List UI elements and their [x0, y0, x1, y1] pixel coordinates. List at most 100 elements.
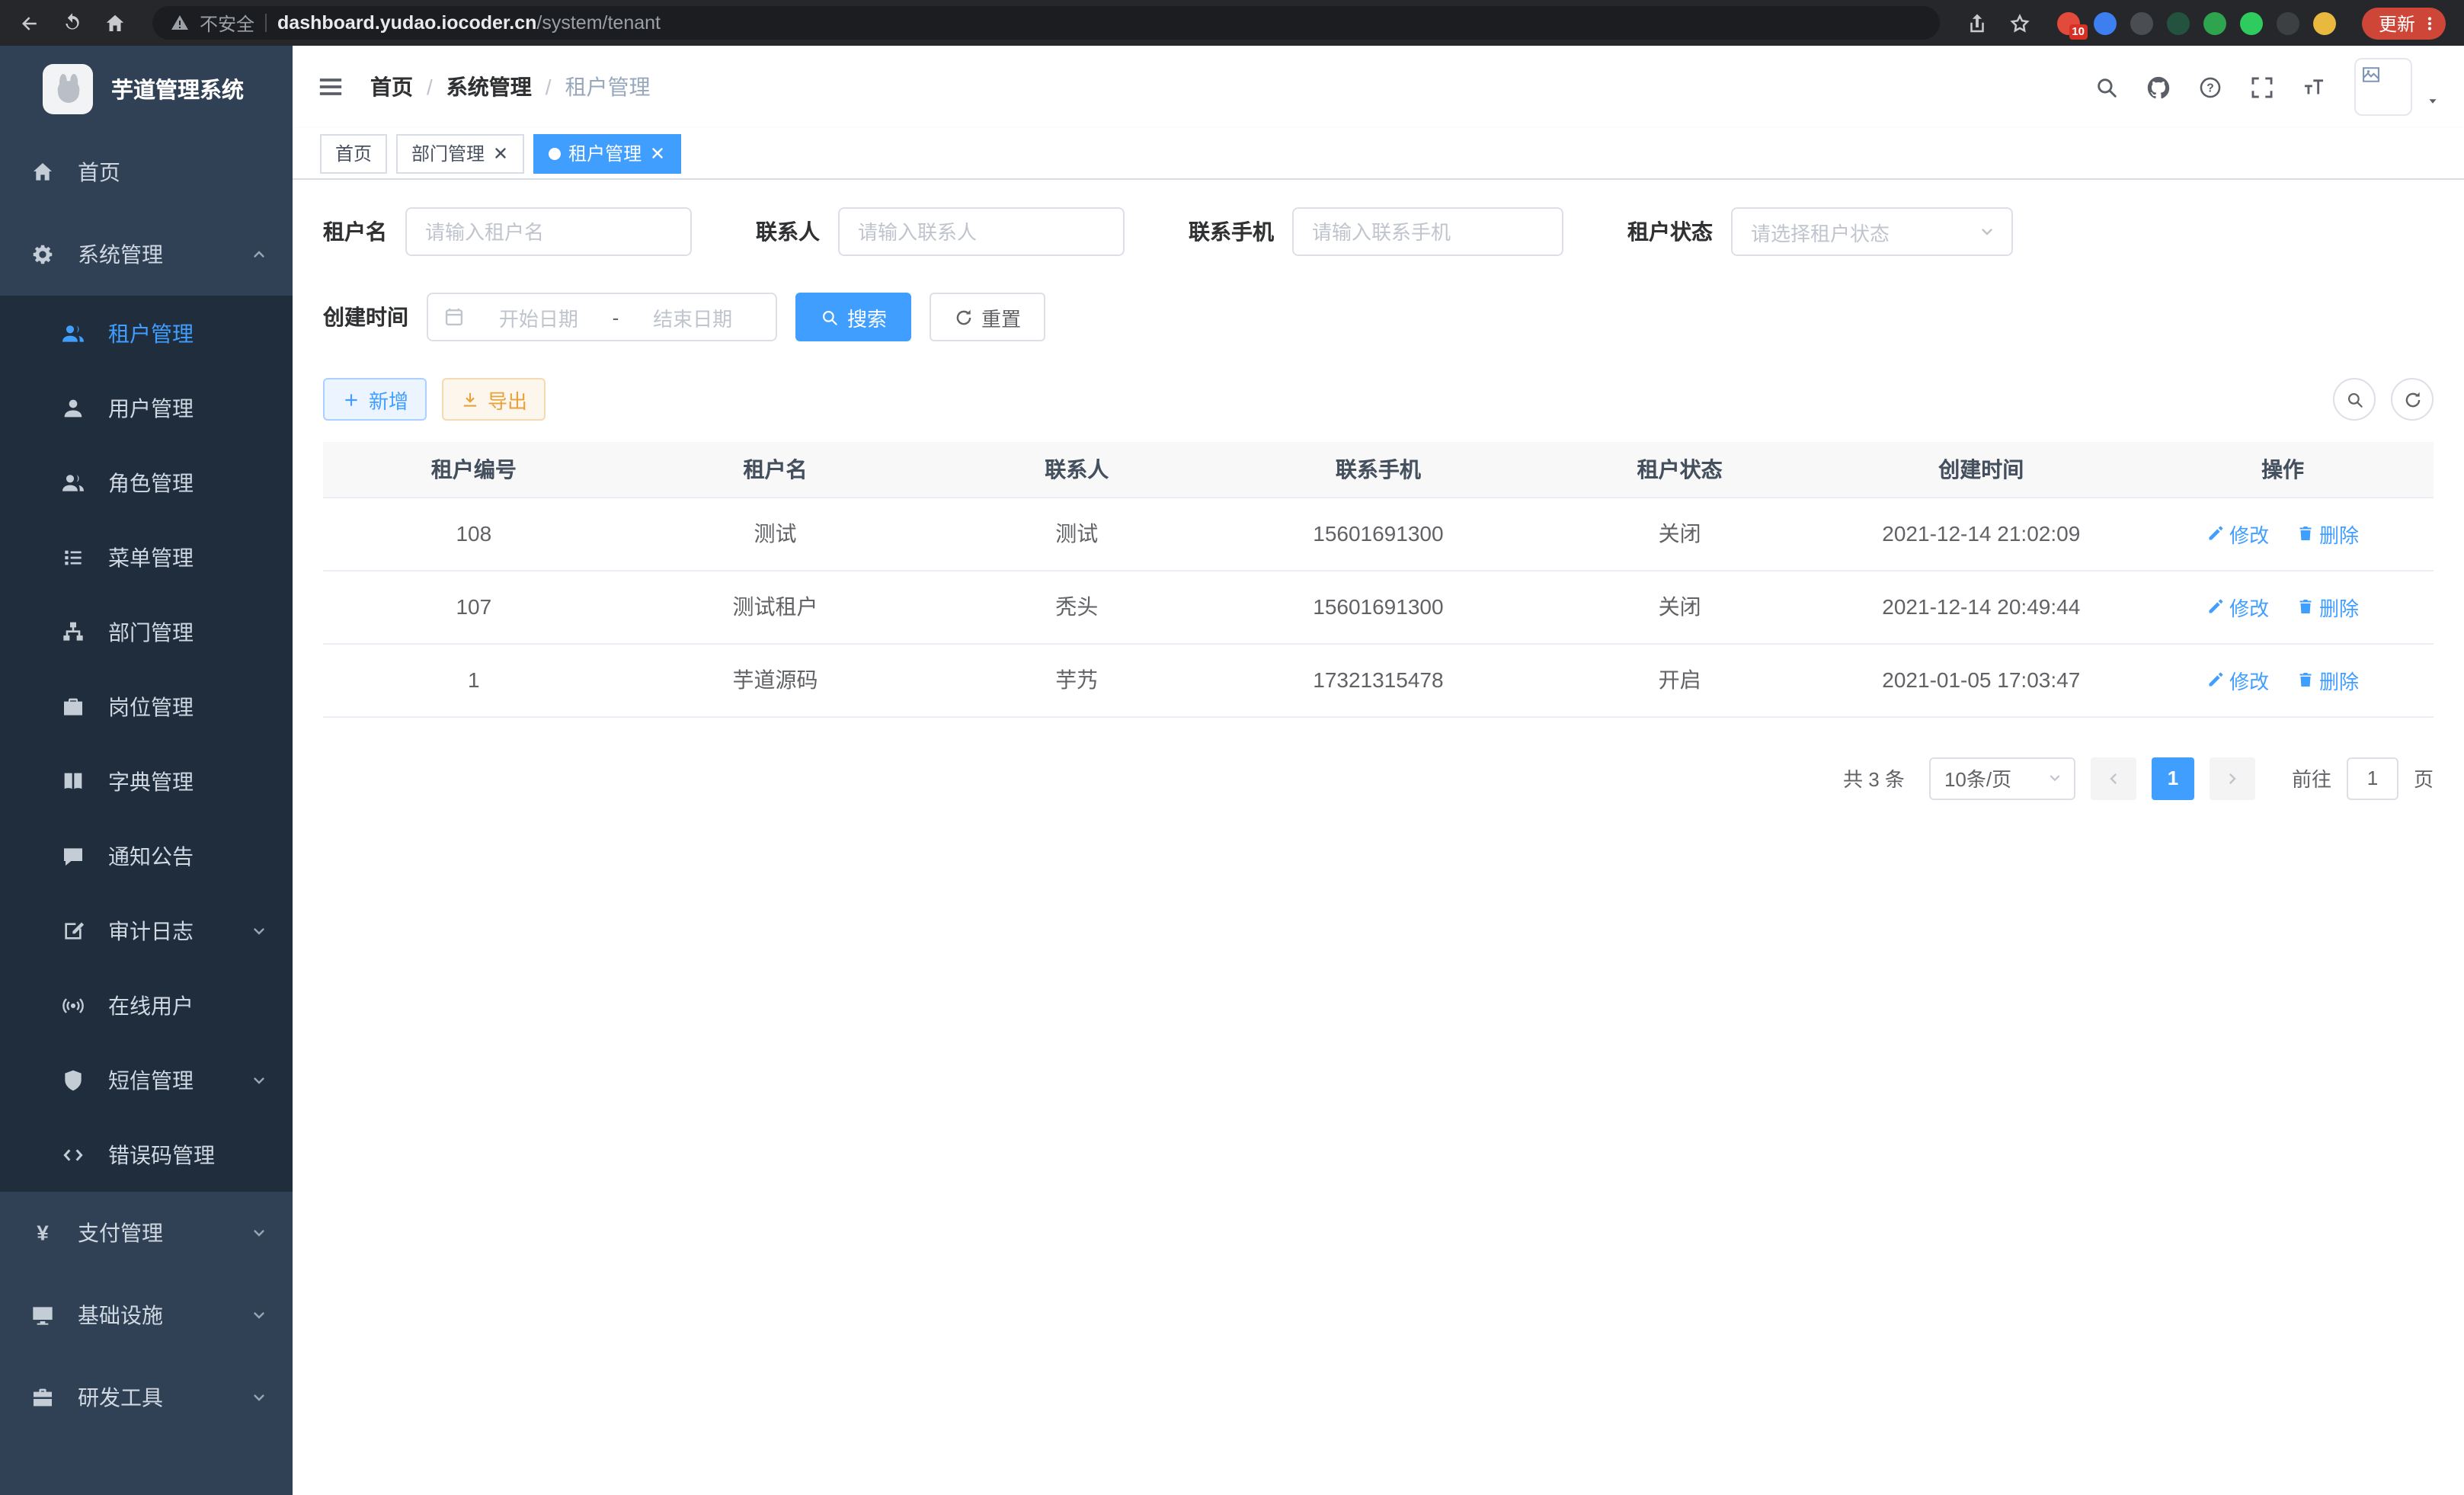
goto-page-input[interactable] [2347, 757, 2398, 799]
extension-green-icon[interactable] [2203, 11, 2226, 34]
avatar-caret-down-icon[interactable] [2424, 92, 2441, 109]
contact-phone-input[interactable] [1292, 207, 1563, 256]
delete-link[interactable]: 删除 [2296, 665, 2359, 694]
table-row: 108 测试 测试 15601691300 关闭 2021-12-14 21:0… [323, 497, 2434, 570]
toggle-search-button[interactable] [2333, 378, 2376, 421]
filter-row-2: 创建时间 开始日期 - 结束日期 搜索 重置 [323, 293, 2434, 341]
reset-button[interactable]: 重置 [930, 293, 1045, 341]
sidebar-item-dept-management[interactable]: 部门管理 [0, 594, 293, 669]
bookmark-star-icon[interactable] [2008, 11, 2031, 34]
refresh-table-button[interactable] [2391, 378, 2434, 421]
start-date-placeholder: 开始日期 [471, 303, 606, 331]
extension-bright-green-icon[interactable] [2240, 11, 2263, 34]
breadcrumb-home[interactable]: 首页 [370, 72, 413, 102]
add-button-label: 新增 [369, 385, 408, 414]
close-icon[interactable] [492, 145, 509, 162]
share-icon[interactable] [1966, 11, 1989, 34]
tab-label: 部门管理 [411, 140, 485, 166]
export-button[interactable]: 导出 [442, 378, 546, 421]
extension-red-icon[interactable]: 10 [2057, 11, 2080, 34]
header-phone: 联系手机 [1227, 442, 1529, 497]
sidebar-item-notice[interactable]: 通知公告 [0, 818, 293, 893]
breadcrumb-system-management[interactable]: 系统管理 [446, 72, 532, 102]
menu-label: 菜单管理 [108, 542, 194, 572]
header-search-icon[interactable] [2083, 64, 2129, 110]
trash-icon [2296, 671, 2315, 689]
extension-dark-ring-icon[interactable] [2130, 11, 2153, 34]
sidebar-item-post-management[interactable]: 岗位管理 [0, 669, 293, 744]
sidebar-item-payment-management[interactable]: 支付管理 [0, 1192, 293, 1274]
extension-yellow-icon[interactable] [2313, 11, 2336, 34]
sidebar-item-tenant-management[interactable]: 租户管理 [0, 296, 293, 370]
sidebar-item-user-management[interactable]: 用户管理 [0, 370, 293, 445]
sidebar-item-home[interactable]: 首页 [0, 131, 293, 213]
table-row: 1 芋道源码 芋艿 17321315478 开启 2021-01-05 17:0… [323, 643, 2434, 716]
sidebar-item-dict-management[interactable]: 字典管理 [0, 744, 293, 818]
edit-link[interactable]: 修改 [2206, 519, 2269, 548]
edit-link[interactable]: 修改 [2206, 592, 2269, 621]
delete-link[interactable]: 删除 [2296, 592, 2359, 621]
tab-label: 首页 [335, 140, 372, 166]
tab-tenant-management[interactable]: 租户管理 [533, 133, 681, 173]
extension-dark-green-icon[interactable] [2167, 11, 2190, 34]
sidebar-logo[interactable]: 芋道管理系统 [0, 46, 293, 131]
menu-label: 基础设施 [78, 1300, 163, 1330]
sidebar-item-dev-tools[interactable]: 研发工具 [0, 1356, 293, 1439]
hamburger-icon[interactable] [315, 72, 346, 102]
cell-contact: 测试 [926, 497, 1227, 570]
github-icon[interactable] [2135, 64, 2181, 110]
tenant-status-select[interactable]: 请选择租户状态 [1731, 207, 2013, 256]
cell-phone: 15601691300 [1227, 497, 1529, 570]
tenant-name-label: 租户名 [323, 216, 387, 247]
menu-label: 用户管理 [108, 392, 194, 423]
edit-link[interactable]: 修改 [2206, 665, 2269, 694]
trash-icon [2296, 524, 2315, 543]
contact-input[interactable] [838, 207, 1125, 256]
tab-dept-management[interactable]: 部门管理 [396, 133, 524, 173]
address-bar[interactable]: 不安全 dashboard.yudao.iocoder.cn/system/te… [152, 6, 1940, 40]
next-page-button[interactable] [2210, 757, 2255, 799]
prev-page-button[interactable] [2091, 757, 2136, 799]
infrastructure-icon [30, 1303, 55, 1327]
chevron-right-icon [2223, 769, 2242, 787]
back-icon[interactable] [18, 11, 41, 34]
help-question-icon[interactable] [2187, 64, 2232, 110]
sidebar-item-menu-management[interactable]: 菜单管理 [0, 520, 293, 594]
add-button[interactable]: 新增 [323, 378, 427, 421]
current-page-button[interactable]: 1 [2152, 757, 2194, 799]
delete-link[interactable]: 删除 [2296, 519, 2359, 548]
sidebar-item-role-management[interactable]: 角色管理 [0, 445, 293, 520]
avatar[interactable] [2354, 58, 2412, 116]
browser-toolbar: 不安全 dashboard.yudao.iocoder.cn/system/te… [0, 0, 2464, 46]
font-size-icon[interactable] [2290, 64, 2336, 110]
close-icon[interactable] [649, 145, 666, 162]
content: 租户名 联系人 联系手机 租户状态 请选择租户状态 [293, 180, 2464, 1495]
header-status: 租户状态 [1529, 442, 1831, 497]
tab-home[interactable]: 首页 [320, 133, 387, 173]
tenant-name-input[interactable] [405, 207, 692, 256]
extension-dark-icon[interactable] [2277, 11, 2299, 34]
reload-icon[interactable] [61, 11, 84, 34]
fullscreen-icon[interactable] [2238, 64, 2284, 110]
menu-label: 租户管理 [108, 318, 194, 348]
sidebar-item-system-management[interactable]: 系统管理 [0, 213, 293, 296]
search-button[interactable]: 搜索 [795, 293, 911, 341]
sidebar-item-infrastructure[interactable]: 基础设施 [0, 1274, 293, 1356]
browser-home-icon[interactable] [104, 11, 126, 34]
extensions-row: 10 [2057, 11, 2336, 34]
sidebar-item-online-users[interactable]: 在线用户 [0, 968, 293, 1042]
page-size-select[interactable]: 10条/页 [1929, 757, 2075, 799]
create-time-range-picker[interactable]: 开始日期 - 结束日期 [427, 293, 777, 341]
refresh-icon [954, 307, 974, 327]
sidebar-item-sms-management[interactable]: 短信管理 [0, 1042, 293, 1117]
sidebar-item-error-code-management[interactable]: 错误码管理 [0, 1117, 293, 1192]
chrome-update-button[interactable]: 更新 [2362, 7, 2446, 39]
extension-blue-icon[interactable] [2094, 11, 2117, 34]
menu-label: 支付管理 [78, 1218, 163, 1248]
tags-view: 首页 部门管理 租户管理 [293, 128, 2464, 180]
cell-tenant-name: 测试 [625, 497, 926, 570]
header-tenant-id: 租户编号 [323, 442, 625, 497]
sidebar-item-audit-log[interactable]: 审计日志 [0, 893, 293, 968]
notice-icon [61, 844, 85, 868]
menu-dots-icon[interactable] [2420, 13, 2440, 33]
